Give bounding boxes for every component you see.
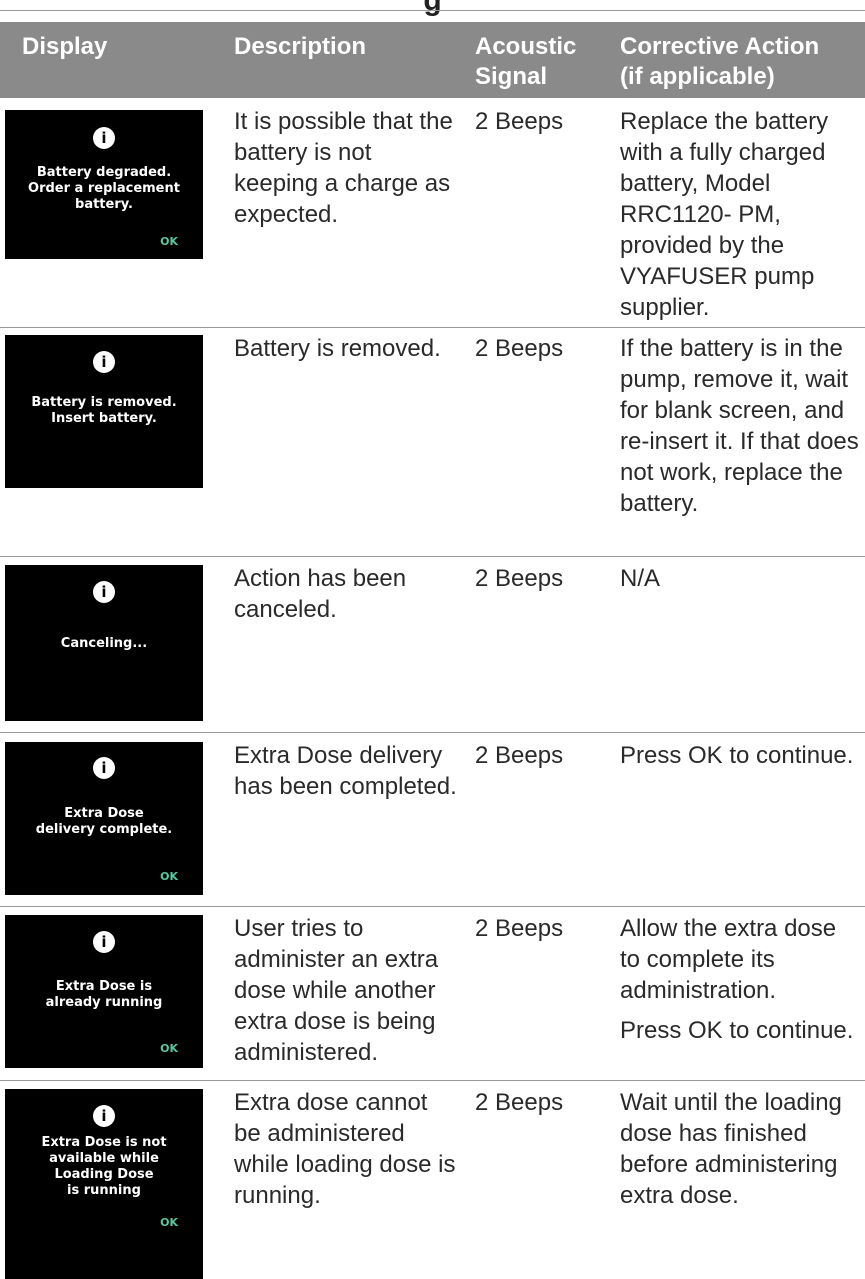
- table-row: i Extra Dose is not available while Load…: [0, 1087, 865, 1279]
- header-corrective-action: Corrective Action (if applicable): [620, 32, 819, 92]
- screen-message: Battery is removed. Insert battery.: [31, 395, 177, 426]
- acoustic-signal-cell: 2 Beeps: [475, 742, 564, 769]
- screen-message: Extra Dose delivery complete.: [35, 806, 173, 837]
- acoustic-signal-cell: 2 Beeps: [475, 1089, 564, 1116]
- ok-button: OK: [160, 1042, 178, 1055]
- screen-message: Canceling...: [60, 636, 148, 651]
- row-divider: [0, 1080, 865, 1081]
- action-paragraph: N/A: [620, 565, 661, 592]
- corrective-action-cell: Wait until the loading dose has finished…: [620, 1087, 860, 1211]
- description-cell: It is possible that the battery is not k…: [234, 108, 453, 228]
- description-cell: Battery is removed.: [234, 335, 441, 362]
- acoustic-signal-cell: 2 Beeps: [475, 915, 564, 942]
- row-divider: [0, 556, 865, 557]
- row-divider: [0, 327, 865, 328]
- action-paragraph: Replace the battery with a fully charged…: [620, 108, 829, 321]
- info-icon: i: [93, 351, 115, 373]
- table-row: i Extra Dose is already running OK User …: [0, 913, 865, 1073]
- ok-button: OK: [160, 870, 178, 883]
- corrective-action-cell: Allow the extra dose to complete its adm…: [620, 913, 860, 1046]
- header-display: Display: [22, 33, 108, 60]
- corrective-action-cell: If the battery is in the pump, remove it…: [620, 333, 860, 519]
- screen-message: Battery degraded. Order a replacement ba…: [28, 165, 180, 212]
- screen-message: Extra Dose is not available while Loadin…: [41, 1135, 167, 1198]
- info-icon: i: [93, 1105, 115, 1127]
- pump-screen: i Canceling...: [5, 565, 203, 721]
- header-signal-line1: Acoustic: [475, 33, 577, 60]
- corrective-action-cell: Press OK to continue.: [620, 740, 860, 771]
- header-action-line2: (if applicable): [620, 63, 775, 90]
- header-signal-line2: Signal: [475, 63, 548, 90]
- screen-message: Extra Dose is already running: [45, 979, 163, 1010]
- table-row: i Extra Dose delivery complete. OK Extra…: [0, 740, 865, 900]
- table-row: i Canceling... Action has been canceled.…: [0, 563, 865, 723]
- table-row: i Battery degraded. Order a replacement …: [0, 106, 865, 326]
- ok-button: OK: [160, 235, 178, 248]
- action-paragraph: If the battery is in the pump, remove it…: [620, 335, 859, 517]
- description-cell: Action has been canceled.: [234, 565, 407, 623]
- info-icon: i: [93, 931, 115, 953]
- description-cell: User tries to administer an extra dose w…: [234, 915, 439, 1066]
- action-paragraph: Press OK to continue.: [620, 1017, 854, 1044]
- row-divider: [0, 732, 865, 733]
- acoustic-signal-cell: 2 Beeps: [475, 335, 564, 362]
- header-acoustic-signal: Acoustic Signal: [475, 32, 576, 92]
- ok-button: OK: [160, 1216, 178, 1229]
- pump-screen: i Extra Dose is already running OK: [5, 915, 203, 1068]
- table-header: Display Description Acoustic Signal Corr…: [0, 22, 865, 98]
- header-action-line1: Corrective Action: [620, 33, 820, 60]
- pump-screen: i Battery is removed. Insert battery.: [5, 335, 203, 488]
- header-description: Description: [234, 33, 367, 60]
- page-title-fragment: g: [423, 0, 442, 17]
- description-cell: Extra dose cannot be administered while …: [234, 1089, 456, 1209]
- row-divider: [0, 906, 865, 907]
- pump-screen: i Extra Dose is not available while Load…: [5, 1089, 203, 1279]
- info-icon: i: [93, 581, 115, 603]
- action-paragraph: Press OK to continue.: [620, 742, 854, 769]
- action-paragraph: Wait until the loading dose has finished…: [620, 1089, 842, 1209]
- acoustic-signal-cell: 2 Beeps: [475, 565, 564, 592]
- pump-screen: i Extra Dose delivery complete. OK: [5, 742, 203, 895]
- top-divider: [0, 10, 865, 11]
- acoustic-signal-cell: 2 Beeps: [475, 108, 564, 135]
- corrective-action-cell: N/A: [620, 563, 860, 594]
- info-icon: i: [93, 127, 115, 149]
- action-paragraph: Allow the extra dose to complete its adm…: [620, 915, 837, 1004]
- description-cell: Extra Dose delivery has been completed.: [234, 742, 457, 800]
- pump-screen: i Battery degraded. Order a replacement …: [5, 110, 203, 259]
- table-row: i Battery is removed. Insert battery. Ba…: [0, 333, 865, 553]
- info-icon: i: [93, 757, 115, 779]
- corrective-action-cell: Replace the battery with a fully charged…: [620, 106, 860, 323]
